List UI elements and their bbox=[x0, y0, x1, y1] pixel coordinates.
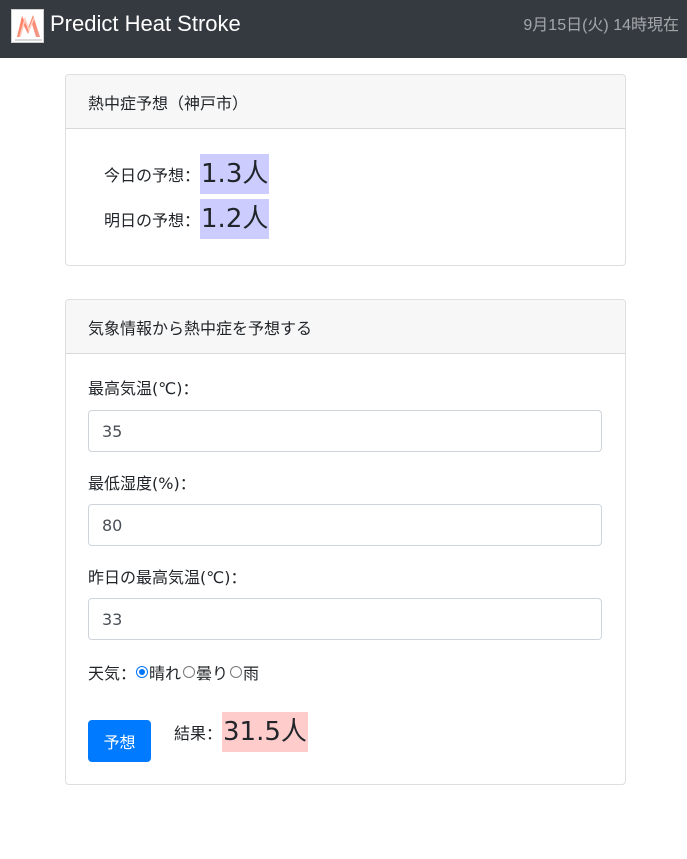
radio-cloudy[interactable] bbox=[183, 666, 196, 678]
max-temp-label: 最高気温(℃)： bbox=[88, 379, 199, 398]
weather-selector: 天気： 晴れ 曇り 雨 bbox=[88, 660, 261, 684]
today-forecast-value: 1.3人 bbox=[200, 154, 270, 194]
weather-option-cloudy-label[interactable]: 曇り bbox=[196, 660, 228, 684]
min-humidity-input[interactable] bbox=[88, 504, 602, 546]
tomorrow-forecast: 明日の予想： 1.2人 bbox=[104, 199, 270, 239]
predict-button[interactable]: 予想 bbox=[88, 720, 151, 762]
current-datetime: 9月15日(火) 14時現在 bbox=[523, 17, 679, 34]
brand-title[interactable]: Predict Heat Stroke bbox=[50, 10, 241, 38]
weather-label: 天気： bbox=[88, 664, 137, 683]
predict-heat-stroke-logo[interactable] bbox=[11, 9, 44, 43]
yesterday-max-temp-input[interactable] bbox=[88, 598, 602, 640]
tomorrow-forecast-label: 明日の予想： bbox=[104, 211, 201, 230]
result-label: 結果： bbox=[174, 724, 223, 743]
weather-option-sunny-label[interactable]: 晴れ bbox=[149, 660, 181, 684]
navbar: Predict Heat Stroke 9月15日(火) 14時現在 bbox=[0, 0, 687, 58]
forecast-card-title: 熱中症予想（神戸市） bbox=[66, 75, 625, 129]
predict-card-title: 気象情報から熱中症を予想する bbox=[66, 300, 625, 354]
yesterday-max-temp-label: 昨日の最高気温(℃)： bbox=[88, 568, 247, 587]
weather-option-sunny[interactable]: 晴れ bbox=[136, 660, 181, 684]
today-forecast-label: 今日の予想： bbox=[104, 166, 201, 185]
predict-card: 気象情報から熱中症を予想する 最高気温(℃)： 最低湿度(%)： 昨日の最高気温… bbox=[65, 299, 626, 785]
weather-option-rain[interactable]: 雨 bbox=[230, 660, 259, 684]
max-temp-input[interactable] bbox=[88, 410, 602, 452]
result-value: 31.5人 bbox=[222, 712, 308, 752]
tomorrow-forecast-value: 1.2人 bbox=[200, 199, 270, 239]
result: 結果： 31.5人 bbox=[174, 712, 308, 752]
today-forecast: 今日の予想： 1.3人 bbox=[104, 154, 270, 194]
forecast-card: 熱中症予想（神戸市） 今日の予想： 1.3人 明日の予想： 1.2人 bbox=[65, 74, 626, 266]
radio-rain[interactable] bbox=[230, 666, 243, 678]
weather-option-cloudy[interactable]: 曇り bbox=[183, 660, 228, 684]
weather-option-rain-label[interactable]: 雨 bbox=[243, 660, 259, 684]
radio-sunny[interactable] bbox=[136, 666, 149, 678]
min-humidity-label: 最低湿度(%)： bbox=[88, 474, 196, 493]
